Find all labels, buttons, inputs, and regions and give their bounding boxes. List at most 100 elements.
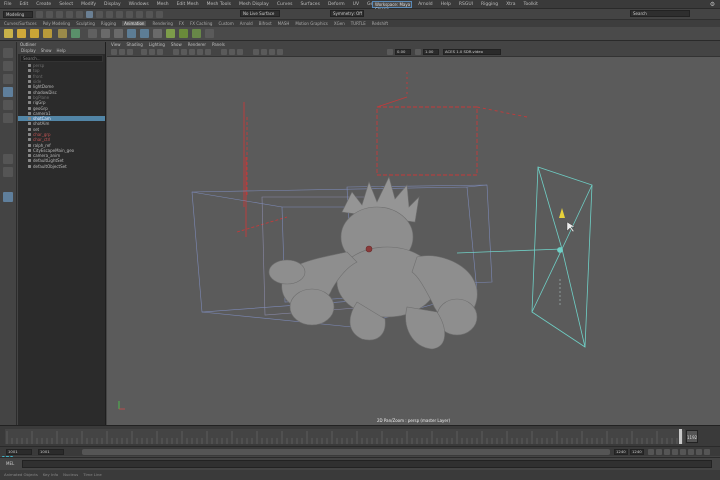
menu-item[interactable]: Surfaces xyxy=(300,2,320,7)
shelf-tab[interactable]: Animation xyxy=(122,21,147,26)
menu-item[interactable]: Create xyxy=(36,2,51,7)
grid-icon[interactable] xyxy=(141,49,147,55)
menu-item[interactable]: Mesh Tools xyxy=(207,2,231,7)
play-back-icon[interactable] xyxy=(664,449,670,455)
textured-icon[interactable] xyxy=(189,49,195,55)
menu-item[interactable]: UV xyxy=(353,2,359,7)
smooth-shade-icon[interactable] xyxy=(181,49,187,55)
shot-camera[interactable] xyxy=(456,166,593,348)
menu-item[interactable]: Mesh Display xyxy=(239,2,269,7)
snap-surface-icon[interactable] xyxy=(156,10,163,18)
menu-item[interactable]: Edit Mesh xyxy=(177,2,199,7)
new-scene-icon[interactable] xyxy=(36,10,43,18)
rotate-tool-icon[interactable] xyxy=(3,100,13,110)
symmetry-dropdown[interactable]: Symmetry: Off xyxy=(330,10,364,17)
character-model[interactable] xyxy=(268,176,478,350)
ik-handle-icon[interactable] xyxy=(88,29,97,38)
time-ruler[interactable] xyxy=(5,429,685,444)
outliner-menu-item[interactable]: Show xyxy=(41,48,52,54)
select-by-component-icon[interactable] xyxy=(106,10,113,18)
menu-item[interactable]: Mesh xyxy=(157,2,169,7)
dope-sheet-icon[interactable] xyxy=(71,29,80,38)
shelf-tab[interactable]: XGen xyxy=(334,21,345,26)
shelf-tab[interactable]: TURTLE xyxy=(351,21,366,26)
four-view-layout-icon[interactable] xyxy=(3,167,13,177)
shelf-tab[interactable]: Arnold xyxy=(240,21,253,26)
menu-item[interactable]: Modify xyxy=(81,2,96,7)
ambient-occlusion-icon[interactable] xyxy=(221,49,227,55)
shelf-tab[interactable]: Rigging xyxy=(101,21,116,26)
anim-prefs-icon[interactable] xyxy=(704,449,710,455)
shelf-tab[interactable]: FX xyxy=(179,21,184,26)
shelf-tab[interactable]: Redshift xyxy=(372,21,388,26)
command-input[interactable] xyxy=(22,460,712,468)
gamma-icon[interactable] xyxy=(415,49,421,55)
menu-item[interactable]: Curves xyxy=(277,2,293,7)
time-slider[interactable]: 1192 xyxy=(0,425,720,446)
undo-icon[interactable] xyxy=(66,10,73,18)
shelf-tab[interactable]: FX Caching xyxy=(190,21,212,26)
select-by-hierarchy-icon[interactable] xyxy=(86,10,93,18)
shelf-tab[interactable]: Bifrost xyxy=(259,21,272,26)
open-scene-icon[interactable] xyxy=(46,10,53,18)
menu-item[interactable]: File xyxy=(4,2,12,7)
workspace-selector[interactable]: Workspace: Maya Classic xyxy=(372,1,412,12)
motion-trail-icon[interactable] xyxy=(127,29,136,38)
key-scale-icon[interactable] xyxy=(43,29,52,38)
cache-icon[interactable] xyxy=(205,29,214,38)
film-gate-icon[interactable] xyxy=(149,49,155,55)
move-tool-icon[interactable] xyxy=(3,87,13,97)
paint-tool-icon[interactable] xyxy=(3,74,13,84)
viewport-panel[interactable]: View Shading Lighting Show Renderer Panels 0.… xyxy=(107,42,720,425)
lasso-tool-icon[interactable] xyxy=(3,61,13,71)
menu-item[interactable]: RSGUI xyxy=(459,2,473,7)
scale-tool-icon[interactable] xyxy=(3,113,13,123)
menu-item[interactable]: Toolkit xyxy=(524,2,538,7)
exposure-icon[interactable] xyxy=(387,49,393,55)
shelf-tab[interactable]: Custom xyxy=(218,21,233,26)
key-rotate-icon[interactable] xyxy=(30,29,39,38)
shelf-tab[interactable]: Rendering xyxy=(152,21,172,26)
loop-icon[interactable] xyxy=(696,449,702,455)
shelf-tab[interactable]: Curves/Surfaces xyxy=(4,21,37,26)
select-tool-icon[interactable] xyxy=(3,48,13,58)
shelf-tab[interactable]: Poly Modeling xyxy=(43,21,71,26)
bookmark-icon[interactable] xyxy=(119,49,125,55)
snap-plane-icon[interactable] xyxy=(146,10,153,18)
camera-sequencer-icon[interactable] xyxy=(179,29,188,38)
search-input[interactable]: Search xyxy=(630,10,690,17)
camera-up-arrow-icon[interactable] xyxy=(559,208,565,218)
menu-item[interactable]: Arnold xyxy=(418,2,433,7)
graph-editor-icon[interactable] xyxy=(58,29,67,38)
snap-grid-icon[interactable] xyxy=(116,10,123,18)
menu-item[interactable]: Windows xyxy=(129,2,149,7)
outliner-item[interactable]: defaultObjectSet xyxy=(18,164,105,169)
resolution-gate-icon[interactable] xyxy=(157,49,163,55)
snap-point-icon[interactable] xyxy=(136,10,143,18)
image-plane-icon[interactable] xyxy=(127,49,133,55)
shelf-tab[interactable]: Motion Graphics xyxy=(295,21,328,26)
set-key-icon[interactable] xyxy=(4,29,13,38)
gear-icon[interactable]: ⚙ xyxy=(709,1,716,8)
play-forward-icon[interactable] xyxy=(672,449,678,455)
playblast-icon[interactable] xyxy=(101,29,110,38)
snap-curve-icon[interactable] xyxy=(126,10,133,18)
menu-item[interactable]: Deform xyxy=(328,2,345,7)
select-by-object-icon[interactable] xyxy=(96,10,103,18)
trax-editor-icon[interactable] xyxy=(166,29,175,38)
start-time-field[interactable]: 1001 xyxy=(6,449,32,455)
script-language-label[interactable]: MEL xyxy=(6,461,14,466)
menu-item[interactable]: Rigging xyxy=(481,2,498,7)
live-surface-dropdown[interactable]: No Live Surface xyxy=(240,10,280,17)
go-to-start-icon[interactable] xyxy=(648,449,654,455)
menu-set-dropdown[interactable]: Modeling xyxy=(3,10,33,18)
bake-icon[interactable] xyxy=(192,29,201,38)
range-start-field[interactable]: 1001 xyxy=(38,449,64,455)
lights-icon[interactable] xyxy=(197,49,203,55)
ghost-icon[interactable] xyxy=(140,29,149,38)
motion-blur-icon[interactable] xyxy=(229,49,235,55)
shadows-icon[interactable] xyxy=(205,49,211,55)
step-forward-icon[interactable] xyxy=(680,449,686,455)
color-space-dropdown[interactable]: ACES 1.0 SDR-video xyxy=(443,49,501,55)
gamma-field[interactable]: 1.00 xyxy=(423,49,439,55)
